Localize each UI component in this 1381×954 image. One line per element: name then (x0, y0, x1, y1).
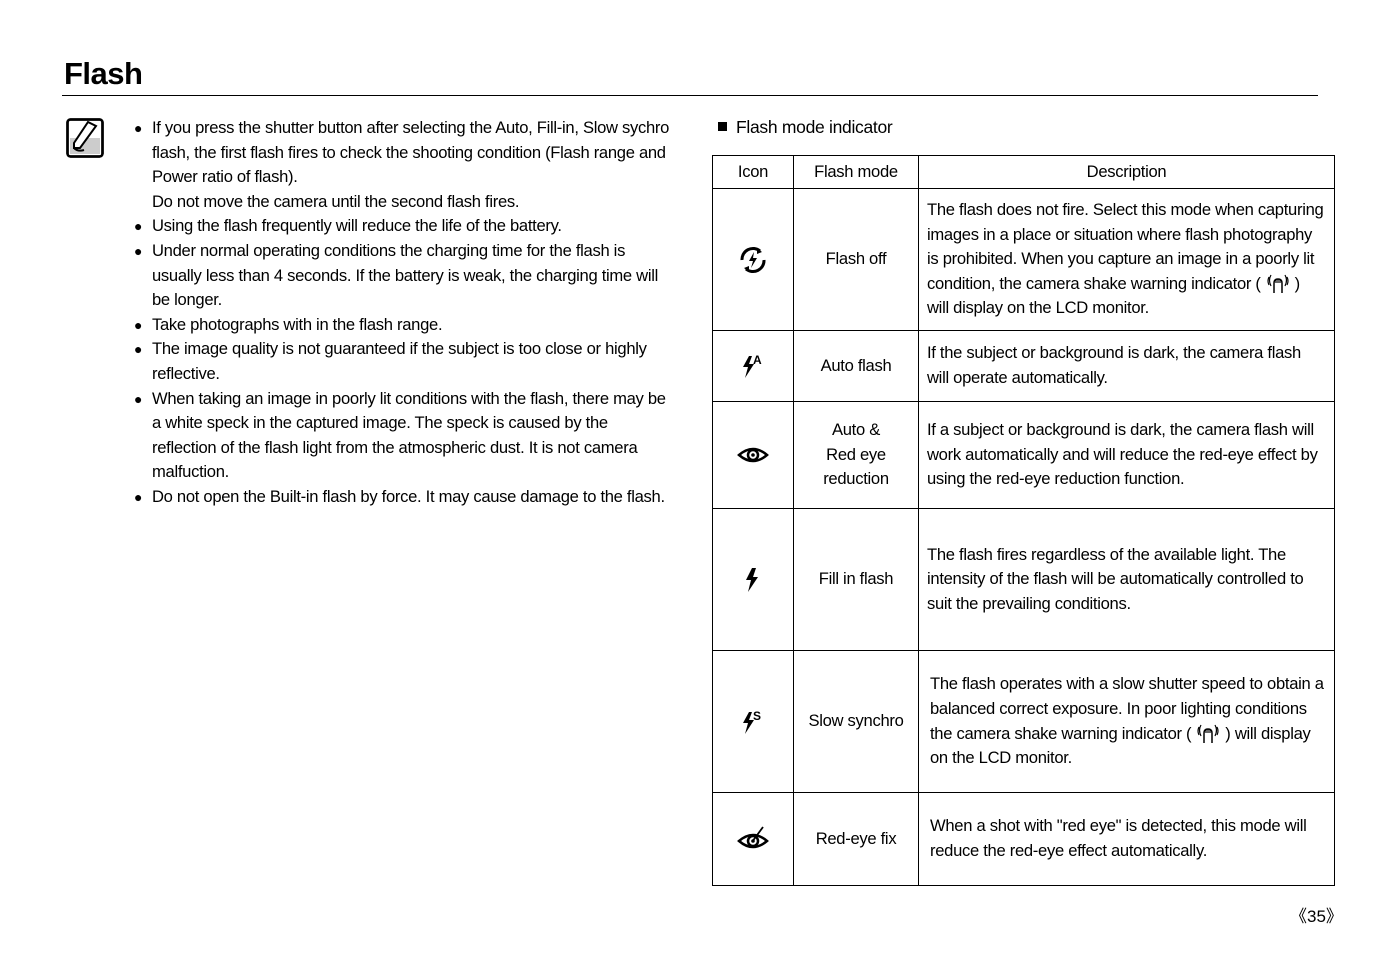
camera-shake-icon (1197, 724, 1219, 744)
flash-mode-description: When a shot with "red eye" is detected, … (918, 792, 1335, 886)
table-header-row: Icon Flash mode Description (712, 155, 1335, 189)
flash-mode-label: Flash off (793, 188, 919, 331)
note-item: ● When taking an image in poorly lit cond… (134, 388, 666, 482)
note-item: ● Do not open the Built-in flash by force… (134, 486, 665, 506)
flash-mode-label: Fill in flash (793, 508, 919, 651)
note-item: ● Take photographs with in the flash rang… (134, 314, 443, 334)
table-row: Auto & Red eye reduction If a subject or b… (712, 401, 1335, 509)
square-bullet-icon (718, 122, 727, 131)
header-description: Description (918, 155, 1335, 189)
flash-mode-label: Red-eye fix (793, 792, 919, 886)
header-icon: Icon (712, 155, 794, 189)
flash-mode-label: Auto & Red eye reduction (793, 401, 919, 509)
flash-mode-label: Slow synchro (793, 650, 919, 793)
table-row: Flash off The flash does not fire. Selec… (712, 188, 1335, 331)
flash-mode-table: Icon Flash mode Description Flash off Th… (712, 155, 1335, 886)
flash-mode-description: The flash operates with a slow shutter s… (918, 650, 1335, 793)
svg-text:A: A (753, 353, 762, 367)
auto-flash-icon: A (743, 353, 762, 378)
header-flash-mode: Flash mode (793, 155, 919, 189)
red-eye-reduction-icon (737, 447, 769, 463)
flash-mode-label: Auto flash (793, 330, 919, 402)
page-number: 《35》 (1290, 907, 1343, 926)
note-pencil-icon (66, 118, 104, 158)
flash-mode-description: The flash fires regardless of the availa… (918, 508, 1335, 651)
section-heading: Flash mode indicator (718, 117, 893, 138)
note-item: ● Under normal operating conditions the c… (134, 240, 658, 310)
flash-off-icon (740, 246, 766, 273)
table-row: A Auto flash If the subject or backgroun… (712, 330, 1335, 402)
svg-text:S: S (753, 709, 761, 723)
note-item: ● If you press the shutter button after s… (134, 118, 670, 211)
page-title: Flash (64, 56, 143, 91)
flash-mode-description: If a subject or background is dark, the … (918, 401, 1335, 509)
table-row: S Slow synchro The flash operates with a… (712, 650, 1335, 793)
title-divider (62, 95, 1318, 96)
notes-list: ● If you press the shutter button after s… (134, 116, 674, 510)
table-row: Fill in flash The flash fires regardless… (712, 508, 1335, 651)
flash-mode-description: If the subject or background is dark, th… (918, 330, 1335, 402)
camera-shake-icon (1267, 275, 1289, 294)
note-item: ● The image quality is not guaranteed if … (134, 339, 647, 383)
fill-in-flash-icon (746, 567, 758, 592)
slow-synchro-icon: S (743, 709, 761, 734)
red-eye-fix-icon (737, 826, 769, 849)
flash-mode-description: The flash does not fire. Select this mod… (918, 188, 1335, 331)
note-item: ● Using the flash frequently will reduce … (134, 216, 562, 236)
table-row: Red-eye fix When a shot with "red eye" i… (712, 792, 1335, 886)
